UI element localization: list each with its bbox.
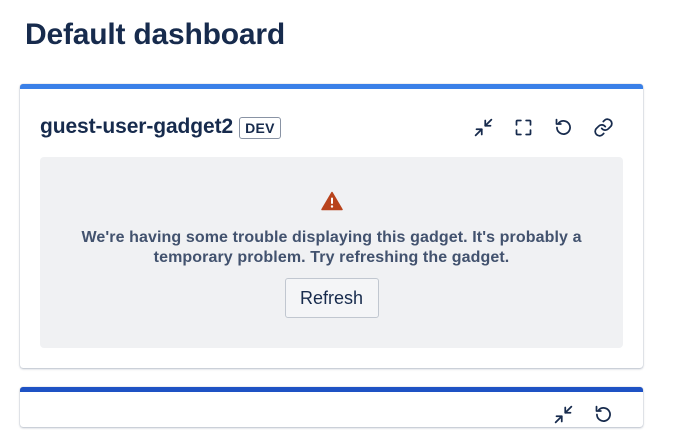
refresh-button[interactable]: Refresh xyxy=(284,278,379,318)
error-message: We're having some trouble displaying thi… xyxy=(81,229,582,266)
gadget-header: guest-user-gadget2 DEV xyxy=(40,111,623,143)
gadget-title: guest-user-gadget2 xyxy=(40,115,234,138)
gadget-card: guest-user-gadget2 DEV We're having some… xyxy=(20,84,643,368)
error-panel: We're having some trouble displaying thi… xyxy=(40,157,623,348)
minimize-icon[interactable] xyxy=(463,111,503,143)
dev-badge: DEV xyxy=(239,117,281,139)
page-title: Default dashboard xyxy=(25,18,285,51)
refresh-icon[interactable] xyxy=(543,111,583,143)
gadget-actions-2 xyxy=(543,398,623,430)
fullscreen-icon[interactable] xyxy=(503,111,543,143)
gadget-card-2 xyxy=(20,387,643,427)
link-icon[interactable] xyxy=(583,111,623,143)
gadget-actions xyxy=(463,111,623,143)
minimize-icon[interactable] xyxy=(543,398,583,430)
refresh-icon[interactable] xyxy=(583,398,623,430)
warning-icon xyxy=(320,191,343,211)
